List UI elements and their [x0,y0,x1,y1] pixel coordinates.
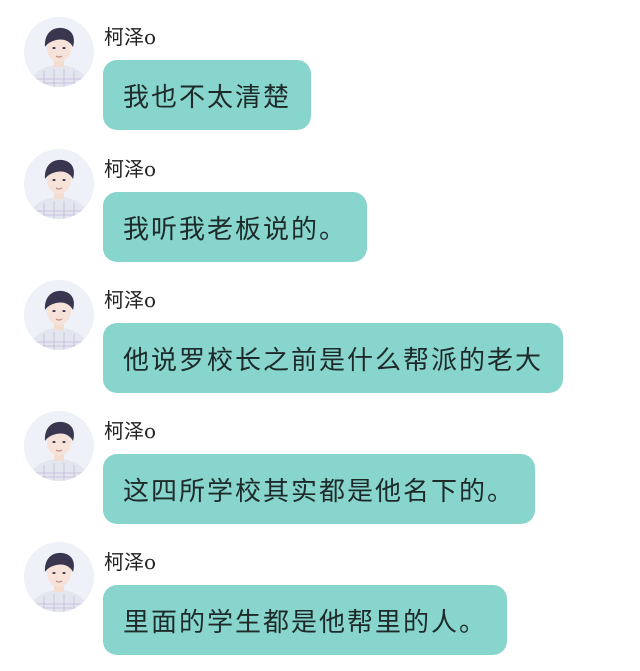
message-text: 我听我老板说的。 [123,214,348,245]
user-avatar-icon [24,411,94,481]
sender-avatar[interactable] [24,280,94,350]
chat-thread: 柯泽o 我也不太清楚 柯泽o 我听我老板说的。 柯泽o 他说罗校长之前是什么帮派… [0,0,640,671]
user-avatar-icon [24,149,94,219]
sender-avatar[interactable] [24,542,94,612]
sender-name: 柯泽o [104,550,157,574]
message-text: 他说罗校长之前是什么帮派的老大 [123,345,544,376]
sender-avatar[interactable] [24,149,94,219]
sender-avatar[interactable] [24,411,94,481]
message-bubble[interactable]: 这四所学校其实都是他名下的。 [103,454,536,524]
chat-message: 柯泽o 他说罗校长之前是什么帮派的老大 [0,274,640,393]
message-bubble[interactable]: 我听我老板说的。 [103,192,368,262]
sender-name: 柯泽o [104,288,157,312]
message-text: 我也不太清楚 [123,82,292,113]
sender-name: 柯泽o [104,25,157,49]
user-avatar-icon [24,280,94,350]
message-bubble[interactable]: 我也不太清楚 [103,60,312,130]
sender-name: 柯泽o [104,419,157,443]
message-bubble[interactable]: 里面的学生都是他帮里的人。 [103,585,508,655]
user-avatar-icon [24,17,94,87]
message-bubble[interactable]: 他说罗校长之前是什么帮派的老大 [103,323,564,393]
sender-name: 柯泽o [104,157,157,181]
chat-message: 柯泽o 我也不太清楚 [0,11,640,130]
user-avatar-icon [24,542,94,612]
message-text: 这四所学校其实都是他名下的。 [123,476,516,507]
message-text: 里面的学生都是他帮里的人。 [123,607,488,638]
chat-message: 柯泽o 里面的学生都是他帮里的人。 [0,536,640,655]
sender-avatar[interactable] [24,17,94,87]
chat-message: 柯泽o 我听我老板说的。 [0,143,640,262]
chat-message: 柯泽o 这四所学校其实都是他名下的。 [0,405,640,524]
